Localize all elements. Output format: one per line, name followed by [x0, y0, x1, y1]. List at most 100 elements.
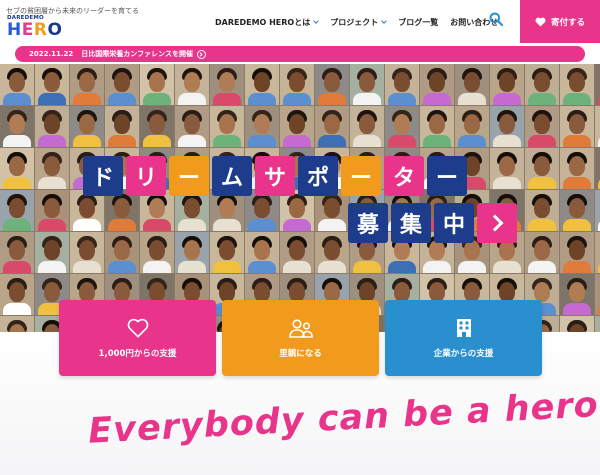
- child-portrait-photo: [455, 106, 489, 147]
- child-portrait-photo: [490, 106, 524, 147]
- become-foster-parent-card[interactable]: 里親になる: [222, 300, 379, 376]
- child-portrait-photo: [175, 232, 209, 273]
- child-portrait-photo: [560, 316, 594, 332]
- child-portrait-photo: [105, 190, 139, 231]
- child-portrait-photo: [245, 232, 279, 273]
- child-portrait-photo: [0, 316, 34, 332]
- child-portrait-photo: [140, 190, 174, 231]
- slogan-dream-supporter[interactable]: ド リ ー ム サ ポ ー タ ー: [83, 156, 470, 196]
- child-portrait-photo: [350, 64, 384, 105]
- child-portrait-photo: [595, 274, 600, 315]
- child-portrait-photo: [315, 106, 349, 147]
- slogan-char: サ: [255, 156, 295, 196]
- child-portrait-photo: [70, 190, 104, 231]
- child-portrait-photo: [595, 148, 600, 189]
- card-label: 1,000円からの支援: [98, 348, 177, 359]
- announcement-bar: 2022.11.22 日比国際栄養カンファレンスを開催: [0, 43, 600, 64]
- support-from-1000-yen-card[interactable]: 1,000円からの支援: [59, 300, 216, 376]
- children-photo-mosaic: [0, 64, 600, 332]
- child-portrait-photo: [385, 64, 419, 105]
- nav-item-projects[interactable]: プロジェクト: [330, 17, 388, 28]
- child-portrait-photo: [245, 106, 279, 147]
- child-portrait-photo: [140, 106, 174, 147]
- slogan-char: リ: [126, 156, 166, 196]
- slogan-char: ム: [212, 156, 252, 196]
- child-portrait-photo: [0, 190, 34, 231]
- child-portrait-photo: [595, 190, 600, 231]
- child-portrait-photo: [560, 232, 594, 273]
- site-header: セブの貧困層から未来のリーダーを育てる DAREDEMO HERO DAREDE…: [0, 0, 600, 43]
- hero-banner[interactable]: [0, 64, 600, 332]
- child-portrait-photo: [315, 64, 349, 105]
- child-portrait-photo: [280, 190, 314, 231]
- child-portrait-photo: [35, 232, 69, 273]
- child-portrait-photo: [350, 106, 384, 147]
- child-portrait-photo: [140, 232, 174, 273]
- child-portrait-photo: [70, 106, 104, 147]
- child-portrait-photo: [490, 64, 524, 105]
- child-portrait-photo: [560, 106, 594, 147]
- slogan-char: 集: [391, 203, 431, 243]
- child-portrait-photo: [210, 106, 244, 147]
- child-portrait-photo: [140, 64, 174, 105]
- nav-item-label: ブログ一覧: [398, 17, 439, 27]
- main-nav: DAREDEMO HEROとは プロジェクト ブログ一覧 お問い合わせ: [215, 15, 510, 29]
- child-portrait-photo: [595, 316, 600, 332]
- child-portrait-photo: [0, 274, 34, 315]
- child-portrait-photo: [105, 106, 139, 147]
- child-portrait-photo: [385, 106, 419, 147]
- child-portrait-photo: [0, 148, 34, 189]
- site-logo[interactable]: DAREDEMO HERO: [7, 15, 63, 40]
- child-portrait-photo: [35, 190, 69, 231]
- arrow-right-icon[interactable]: [477, 203, 517, 243]
- child-portrait-photo: [525, 148, 559, 189]
- child-portrait-photo: [245, 190, 279, 231]
- child-portrait-photo: [0, 232, 34, 273]
- card-label: 里親になる: [279, 348, 322, 359]
- nav-item-blog[interactable]: ブログ一覧: [398, 17, 438, 28]
- child-portrait-photo: [0, 64, 34, 105]
- slogan-char: 中: [434, 203, 474, 243]
- slogan-recruiting[interactable]: 募 集 中: [348, 203, 517, 243]
- slogan-char: ポ: [298, 156, 338, 196]
- child-portrait-photo: [315, 190, 349, 231]
- building-icon: [456, 318, 471, 337]
- child-portrait-photo: [105, 232, 139, 273]
- child-portrait-photo: [280, 232, 314, 273]
- circle-arrow-right-icon: [196, 49, 206, 59]
- chevron-down-icon: [381, 17, 388, 24]
- child-portrait-photo: [315, 232, 349, 273]
- card-label: 企業からの支援: [433, 348, 494, 359]
- child-portrait-photo: [525, 190, 559, 231]
- child-portrait-photo: [560, 64, 594, 105]
- child-portrait-photo: [490, 148, 524, 189]
- child-portrait-photo: [595, 106, 600, 147]
- child-portrait-photo: [35, 106, 69, 147]
- child-portrait-photo: [560, 148, 594, 189]
- slogan-char: ー: [341, 156, 381, 196]
- nav-item-about[interactable]: DAREDEMO HEROとは: [215, 17, 320, 28]
- slogan-char: タ: [384, 156, 424, 196]
- child-portrait-photo: [280, 64, 314, 105]
- slogan-char: ー: [427, 156, 467, 196]
- child-portrait-photo: [175, 64, 209, 105]
- corporate-support-card[interactable]: 企業からの支援: [385, 300, 542, 376]
- child-portrait-photo: [420, 106, 454, 147]
- child-portrait-photo: [0, 106, 34, 147]
- child-portrait-photo: [105, 64, 139, 105]
- logo-wordmark-main: HERO: [7, 20, 63, 40]
- donate-button[interactable]: 寄付する: [520, 0, 600, 43]
- child-portrait-photo: [455, 64, 489, 105]
- child-portrait-photo: [70, 232, 104, 273]
- child-portrait-photo: [245, 64, 279, 105]
- child-portrait-photo: [525, 106, 559, 147]
- people-icon: [288, 318, 313, 338]
- nav-item-label: プロジェクト: [330, 17, 379, 27]
- search-icon[interactable]: [489, 12, 503, 26]
- slogan-char: 募: [348, 203, 388, 243]
- child-portrait-photo: [525, 232, 559, 273]
- child-portrait-photo: [35, 148, 69, 189]
- announcement-link[interactable]: 2022.11.22 日比国際栄養カンファレンスを開催: [15, 46, 585, 62]
- heart-outline-icon: [127, 318, 148, 337]
- slogan-char: ド: [83, 156, 123, 196]
